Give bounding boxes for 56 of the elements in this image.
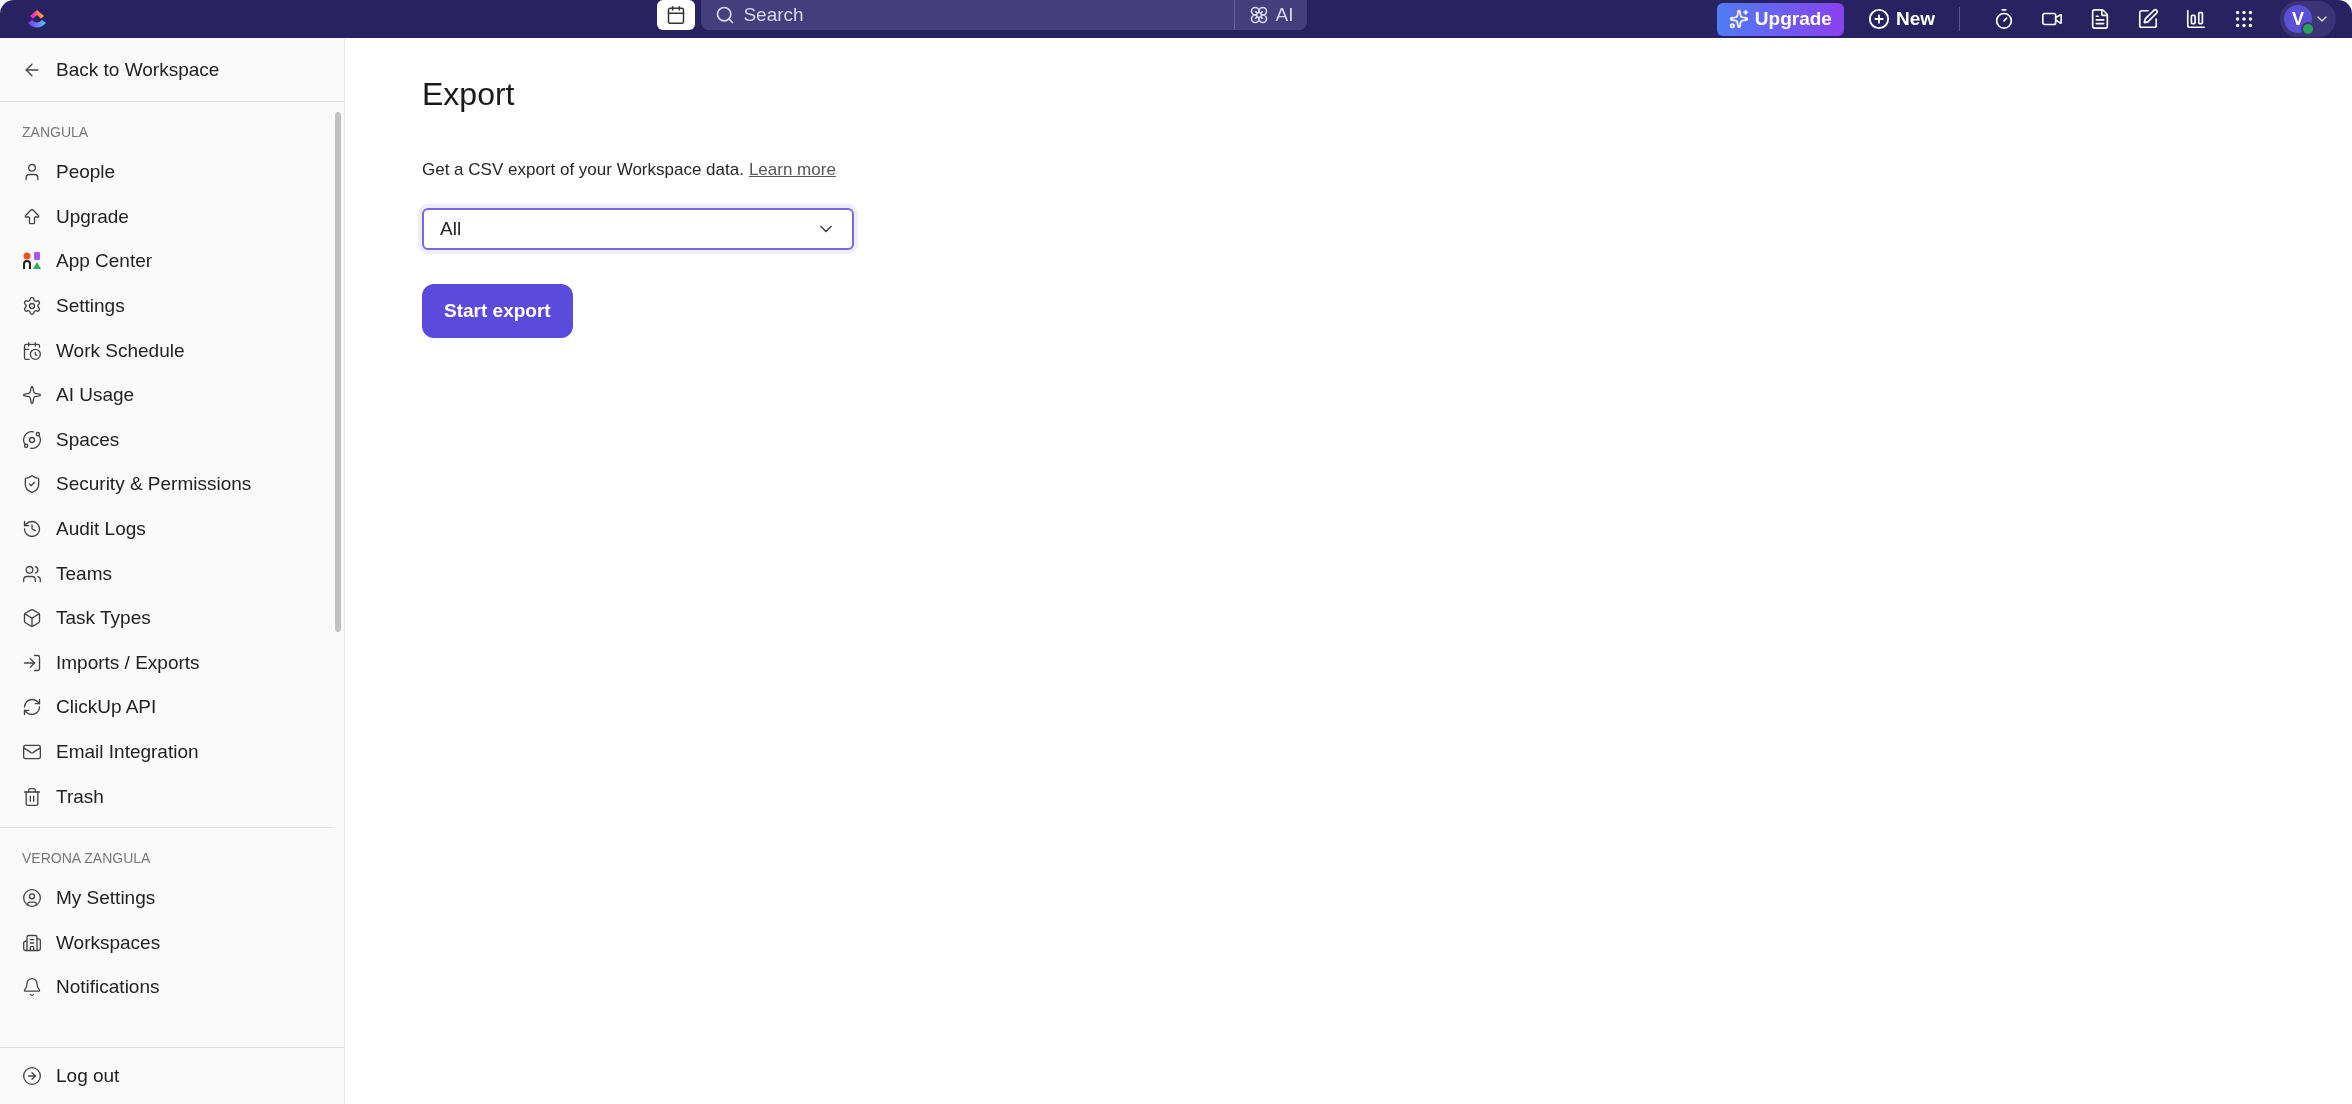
sidebar-item[interactable]: Work Schedule	[0, 328, 332, 373]
upgrade-button[interactable]: Upgrade	[1716, 2, 1844, 36]
cube-icon	[22, 608, 42, 629]
sidebar-item[interactable]: Workspaces	[0, 920, 332, 966]
learn-more-link[interactable]: Learn more	[748, 160, 836, 179]
calendar-clock-icon	[22, 340, 42, 361]
sidebar-item[interactable]: Trash	[0, 774, 332, 819]
sidebar-item[interactable]: Settings	[0, 283, 332, 329]
sidebar-item[interactable]: AI Usage	[0, 372, 332, 418]
history-icon	[22, 519, 42, 540]
planet-icon	[22, 429, 42, 450]
start-export-button[interactable]: Start export	[422, 284, 573, 338]
logout-item[interactable]: Log out	[0, 1053, 142, 1099]
sparkles-icon	[1728, 9, 1749, 29]
building-icon	[22, 932, 42, 953]
plus-icon	[1867, 8, 1890, 30]
sidebar-item[interactable]: My Settings	[0, 875, 332, 921]
calendar-button[interactable]	[657, 0, 696, 30]
calendar-icon	[666, 5, 687, 25]
ai-button[interactable]: AI	[1234, 0, 1308, 30]
trash-icon	[22, 786, 42, 807]
mail-icon	[22, 742, 42, 762]
people-icon	[22, 563, 42, 584]
sidebar-item[interactable]: Email Integration	[0, 729, 332, 775]
logout-icon	[22, 1066, 42, 1086]
sidebar-item[interactable]: Spaces	[0, 417, 332, 463]
settings-icon	[22, 296, 42, 317]
search-field[interactable]: Search AI	[701, 0, 1308, 30]
sidebar-item[interactable]: Upgrade	[0, 194, 332, 240]
profile-button[interactable]: V	[2280, 1, 2336, 37]
sidebar-item[interactable]: People	[0, 150, 332, 195]
search-icon	[715, 5, 736, 25]
sync-icon	[22, 697, 42, 718]
user-circle-icon	[22, 888, 42, 909]
app-grid-icon	[22, 251, 42, 272]
back-link[interactable]: Back to Workspace	[0, 38, 344, 102]
sidebar-item[interactable]: Teams	[0, 551, 332, 596]
import-icon	[22, 652, 42, 673]
page-title: Export	[422, 75, 515, 114]
sidebar-item[interactable]: Notifications	[0, 965, 332, 1010]
scrollbar-thumb[interactable]	[335, 112, 341, 632]
sidebar-item[interactable]: Audit Logs	[0, 506, 332, 552]
upgrade-icon	[22, 206, 42, 227]
section-heading: VERONA ZANGULA	[21, 848, 152, 868]
new-button[interactable]: New	[1859, 2, 1943, 36]
sidebar-item[interactable]: ClickUp API	[0, 685, 332, 730]
flower-icon	[1249, 5, 1270, 25]
sparkle-icon	[22, 385, 42, 406]
sidebar-item[interactable]: App Center	[0, 239, 332, 284]
sidebar-item[interactable]: Task Types	[0, 595, 332, 641]
sidebar-item[interactable]: Imports / Exports	[0, 640, 332, 686]
shield-check-icon	[22, 474, 42, 495]
bell-icon	[22, 977, 42, 998]
description-text: Get a CSV export of your Workspace data. Learn more	[422, 160, 836, 180]
sidebar-item[interactable]: Security & Permissions	[0, 462, 332, 507]
section-heading: ZANGULA	[21, 123, 90, 142]
